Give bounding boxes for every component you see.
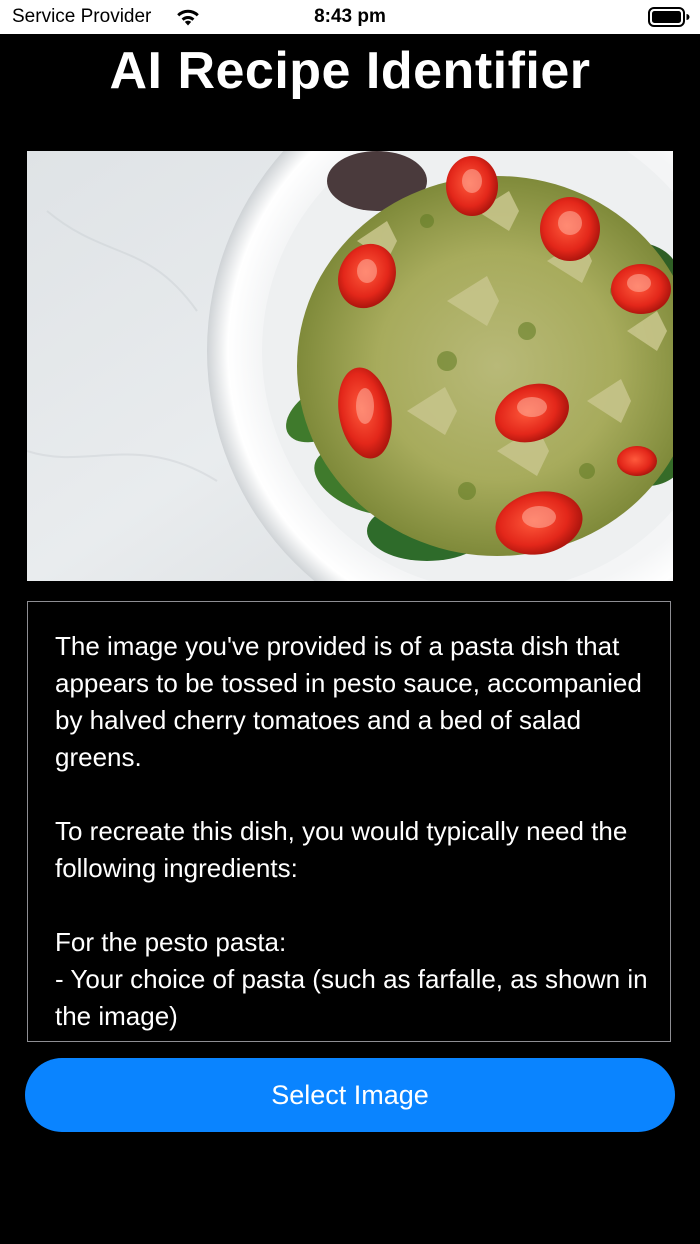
battery-full-icon	[648, 7, 690, 27]
status-bar: Service Provider 8:43 pm	[0, 0, 700, 34]
recipe-result-textview[interactable]: The image you've provided is of a pasta …	[27, 601, 671, 1042]
recipe-result-text: The image you've provided is of a pasta …	[55, 631, 648, 1031]
pasta-dish-image	[27, 151, 673, 581]
page-title: AI Recipe Identifier	[109, 42, 591, 100]
app-screen: Service Provider 8:43 pm AI Recipe Ident…	[0, 0, 700, 1244]
select-image-button[interactable]: Select Image	[25, 1058, 675, 1132]
pasta-dish-photo	[27, 151, 673, 581]
status-time: 8:43 pm	[314, 6, 386, 27]
